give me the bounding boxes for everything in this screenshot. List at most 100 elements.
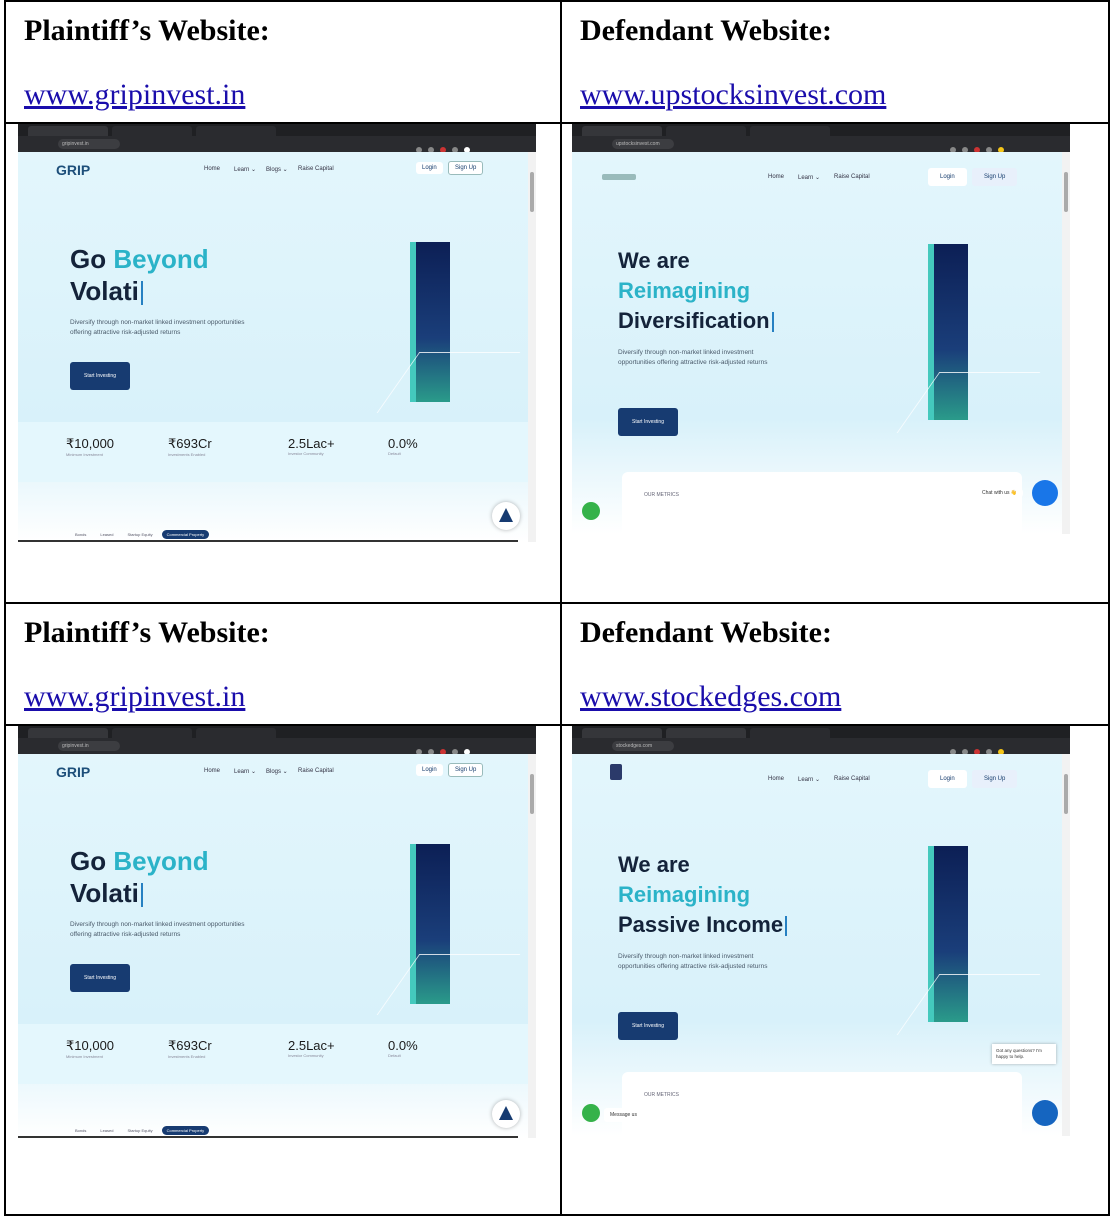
signup-button[interactable]: Sign Up bbox=[972, 770, 1018, 788]
address-bar[interactable]: gripinvest.in bbox=[58, 741, 120, 751]
tab-commercial-property[interactable]: Commercial Property bbox=[161, 1126, 210, 1135]
plaintiff-screenshot: gripinvest.in GRIP Home Learn ⌄ Blogs ⌄ … bbox=[18, 124, 536, 542]
grip-logo: GRIP bbox=[56, 764, 91, 780]
category-tabs: Bonds Leased Startup Equity Commercial Prop… bbox=[70, 530, 213, 539]
nav-learn[interactable]: Learn ⌄ bbox=[234, 768, 256, 775]
nav-blogs[interactable]: Blogs ⌄ bbox=[266, 768, 288, 775]
nav-learn[interactable]: Learn ⌄ bbox=[798, 174, 820, 181]
stat-value: ₹10,000 bbox=[66, 1038, 115, 1053]
scrollbar[interactable] bbox=[1062, 754, 1070, 1136]
stat-value: 0.0% bbox=[388, 436, 418, 451]
whatsapp-icon[interactable] bbox=[582, 1104, 600, 1122]
defendant-header-cell: Defendant Website: www.upstocksinvest.co… bbox=[560, 0, 1110, 124]
nav-learn[interactable]: Learn ⌄ bbox=[798, 776, 820, 783]
tab-startup-equity[interactable]: Startup Equity bbox=[122, 530, 157, 539]
chat-button-icon[interactable] bbox=[1032, 1100, 1058, 1126]
chat-label[interactable]: Chat with us 👋 bbox=[976, 486, 1024, 500]
stat-value: ₹693Cr bbox=[168, 436, 212, 451]
defendant-screenshot-cell: upstocksinvest.com Home Learn ⌄ Raise Ca… bbox=[560, 122, 1110, 604]
signup-button[interactable]: Sign Up bbox=[972, 168, 1018, 186]
scrollbar[interactable] bbox=[528, 754, 536, 1138]
hero-heading-3: Diversification bbox=[618, 308, 774, 334]
nav-raise-capital[interactable]: Raise Capital bbox=[834, 776, 870, 782]
nav-raise-capital[interactable]: Raise Capital bbox=[298, 166, 334, 172]
tab-bonds[interactable]: Bonds bbox=[70, 1126, 91, 1135]
web-page: GRIP Home Learn ⌄ Blogs ⌄ Raise Capital … bbox=[18, 754, 528, 1138]
scroll-up-button[interactable] bbox=[492, 502, 520, 530]
start-investing-button[interactable]: Start Investing bbox=[70, 362, 130, 390]
start-investing-button[interactable]: Start Investing bbox=[618, 1012, 678, 1040]
nav-raise-capital[interactable]: Raise Capital bbox=[298, 768, 334, 774]
plaintiff-screenshot: gripinvest.in GRIP Home Learn ⌄ Blogs ⌄ … bbox=[18, 726, 536, 1138]
address-bar[interactable]: upstocksinvest.com bbox=[612, 139, 674, 149]
stat-value: ₹10,000 bbox=[66, 436, 115, 451]
stats-bar: ₹10,000 Minimum Investment ₹693Cr Investme… bbox=[18, 422, 528, 482]
signup-button[interactable]: Sign Up bbox=[448, 763, 484, 777]
defendant-header-cell: Defendant Website: www.stockedges.com bbox=[560, 602, 1110, 726]
whatsapp-icon[interactable] bbox=[582, 502, 600, 520]
defendant-screenshot: stockedges.com Home Learn ⌄ Raise Capita… bbox=[572, 726, 1070, 1136]
address-bar[interactable]: stockedges.com bbox=[612, 741, 674, 751]
nav-home[interactable]: Home bbox=[768, 174, 784, 180]
chat-button-icon[interactable] bbox=[1032, 480, 1058, 506]
login-button[interactable]: Login bbox=[928, 168, 967, 186]
hero-heading-2: Volati bbox=[70, 878, 143, 908]
message-us-label[interactable]: Message us bbox=[604, 1108, 643, 1122]
browser-toolbar: upstocksinvest.com bbox=[572, 136, 1070, 153]
plaintiff-screenshot-cell: gripinvest.in GRIP Home Learn ⌄ Blogs ⌄ … bbox=[4, 122, 562, 604]
chat-toast: Got any questions? I'm happy to help. bbox=[992, 1044, 1056, 1064]
plaintiff-link[interactable]: www.gripinvest.in bbox=[24, 78, 560, 112]
hero-heading-1: We are bbox=[618, 248, 690, 273]
plaintiff-screenshot-cell: gripinvest.in GRIP Home Learn ⌄ Blogs ⌄ … bbox=[4, 724, 562, 1216]
hero-heading-1: Go Beyond bbox=[70, 846, 209, 876]
grip-logo: GRIP bbox=[56, 162, 91, 178]
stats-bar: ₹10,000 Minimum Investment ₹693Cr Investme… bbox=[18, 1024, 528, 1084]
tab-leased[interactable]: Leased bbox=[95, 530, 118, 539]
defendant-link[interactable]: www.upstocksinvest.com bbox=[580, 78, 1108, 112]
tab-bonds[interactable]: Bonds bbox=[70, 530, 91, 539]
hero-heading-2: Reimagining bbox=[618, 882, 751, 907]
browser-tabs bbox=[572, 726, 1070, 738]
browser-toolbar: gripinvest.in bbox=[18, 738, 536, 755]
scrollbar[interactable] bbox=[1062, 152, 1070, 534]
scrollbar[interactable] bbox=[528, 152, 536, 542]
site-logo bbox=[610, 764, 622, 780]
hero-heading-2: Volati bbox=[70, 276, 143, 306]
nav-blogs[interactable]: Blogs ⌄ bbox=[266, 166, 288, 173]
hero-description: Diversify through non-market linked inve… bbox=[70, 319, 245, 336]
site-logo bbox=[602, 174, 636, 180]
browser-toolbar: stockedges.com bbox=[572, 738, 1070, 755]
browser-toolbar: gripinvest.in bbox=[18, 136, 536, 153]
address-bar[interactable]: gripinvest.in bbox=[58, 139, 120, 149]
nav-learn[interactable]: Learn ⌄ bbox=[234, 166, 256, 173]
signup-button[interactable]: Sign Up bbox=[448, 161, 484, 175]
defendant-screenshot: upstocksinvest.com Home Learn ⌄ Raise Ca… bbox=[572, 124, 1070, 534]
hero-description: Diversify through non-market linked inve… bbox=[618, 953, 768, 970]
nav-raise-capital[interactable]: Raise Capital bbox=[834, 174, 870, 180]
nav-home[interactable]: Home bbox=[204, 166, 220, 172]
hero-heading-2: Reimagining bbox=[618, 278, 751, 303]
login-button[interactable]: Login bbox=[928, 770, 967, 788]
scroll-up-button[interactable] bbox=[492, 1100, 520, 1128]
tab-commercial-property[interactable]: Commercial Property bbox=[161, 530, 210, 539]
start-investing-button[interactable]: Start Investing bbox=[618, 408, 678, 436]
login-button[interactable]: Login bbox=[416, 764, 443, 776]
login-button[interactable]: Login bbox=[416, 162, 443, 174]
arrow-up-icon bbox=[499, 1106, 513, 1120]
start-investing-button[interactable]: Start Investing bbox=[70, 964, 130, 992]
web-page: GRIP Home Learn ⌄ Blogs ⌄ Raise Capital … bbox=[18, 152, 528, 542]
comparison-table: Plaintiff’s Website: www.gripinvest.in D… bbox=[4, 0, 1110, 1216]
nav-home[interactable]: Home bbox=[768, 776, 784, 782]
stat-value: 0.0% bbox=[388, 1038, 418, 1053]
arrow-up-icon bbox=[499, 508, 513, 522]
defendant-link[interactable]: www.stockedges.com bbox=[580, 680, 1108, 714]
category-tabs: Bonds Leased Startup Equity Commercial Prop… bbox=[70, 1126, 213, 1135]
plaintiff-link[interactable]: www.gripinvest.in bbox=[24, 680, 560, 714]
metrics-card: OUR METRICS bbox=[622, 472, 1022, 534]
plaintiff-title: Plaintiff’s Website: bbox=[24, 616, 270, 649]
tab-startup-equity[interactable]: Startup Equity bbox=[122, 1126, 157, 1135]
nav-home[interactable]: Home bbox=[204, 768, 220, 774]
web-page: Home Learn ⌄ Raise Capital Login Sign Up… bbox=[572, 152, 1062, 534]
tab-leased[interactable]: Leased bbox=[95, 1126, 118, 1135]
hero-description: Diversify through non-market linked inve… bbox=[70, 921, 245, 938]
